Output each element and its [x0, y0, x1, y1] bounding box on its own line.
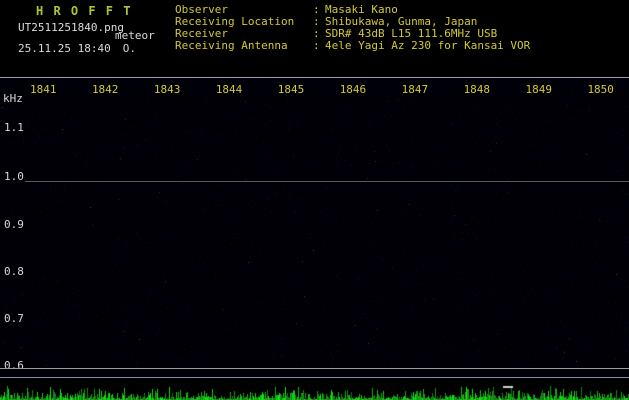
signal-level-trace — [0, 380, 629, 400]
reference-line-1khz — [25, 181, 629, 182]
info-value: 4ele Yagi Az 230 for Kansai VOR — [325, 39, 530, 52]
timestamp: 25.11.25 18:40 — [18, 42, 111, 55]
freq-tick-label: 0.8 — [4, 265, 24, 278]
output-filename: UT2511251840.png — [18, 21, 124, 34]
hrofft-output: H R O F F T UT2511251840.png meteor 25.1… — [0, 0, 629, 400]
time-tick-label: 1843 — [154, 83, 181, 96]
info-row: Receiving Antenna:4ele Yagi Az 230 for K… — [175, 40, 530, 52]
freq-tick-label: 1.1 — [4, 121, 24, 134]
time-axis: 1841 1842 1843 1844 1845 1846 1847 1848 … — [30, 83, 614, 96]
info-colon: : — [313, 40, 325, 52]
freq-tick-label: 0.9 — [4, 218, 24, 231]
time-tick-label: 1850 — [587, 83, 614, 96]
time-tick-label: 1841 — [30, 83, 57, 96]
freq-tick-label: 1.0 — [4, 170, 24, 183]
time-tick-label: 1842 — [92, 83, 119, 96]
time-tick-label: 1845 — [278, 83, 305, 96]
time-tick-label: 1844 — [216, 83, 243, 96]
freq-tick-label: 0.7 — [4, 312, 24, 325]
time-tick-label: 1848 — [464, 83, 491, 96]
level-graph-top-line — [0, 368, 629, 369]
time-tick-label: 1849 — [526, 83, 553, 96]
y-axis-unit: kHz — [3, 92, 23, 105]
timestamp-line: 25.11.25 18:40 O. — [18, 42, 136, 55]
time-tick-label: 1847 — [402, 83, 429, 96]
freq-tick-label: 0.6 — [4, 359, 24, 372]
spectrogram-noise — [0, 90, 629, 366]
level-graph-divider-line — [0, 377, 629, 378]
echo-counter: O. — [123, 42, 136, 55]
time-tick-label: 1846 — [340, 83, 367, 96]
info-label: Receiving Antenna — [175, 40, 313, 52]
mode-label: meteor — [115, 29, 155, 42]
station-info: Observer:Masaki Kano Receiving Location:… — [175, 4, 530, 52]
spectrogram-panel: 1841 1842 1843 1844 1845 1846 1847 1848 … — [0, 77, 629, 400]
app-title: H R O F F T — [36, 4, 132, 18]
